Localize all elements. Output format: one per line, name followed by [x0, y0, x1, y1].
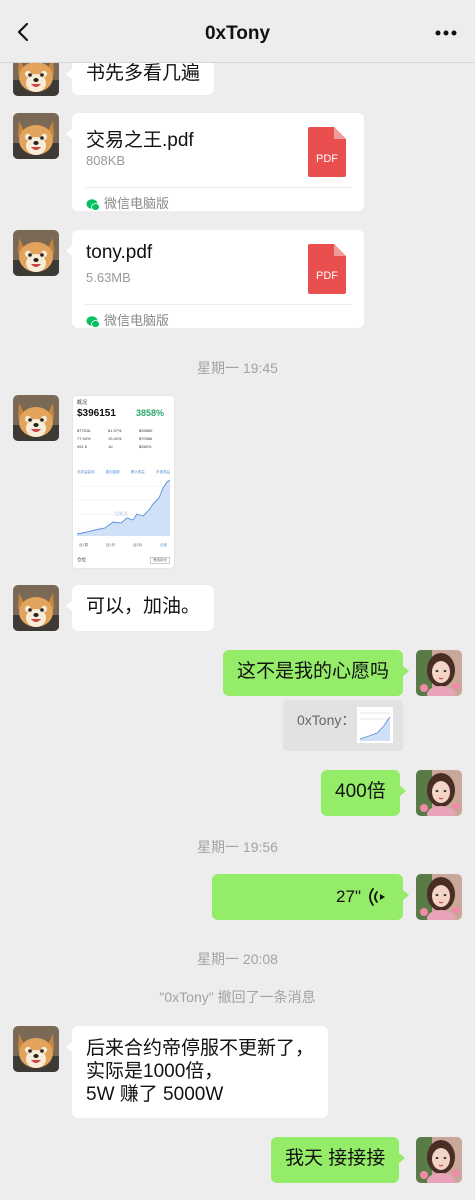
file-divider [84, 187, 352, 188]
tab-label: 累计收益 [130, 470, 145, 474]
stat-value: 1d [108, 444, 113, 449]
message-text: 书先多看几遍 [86, 63, 201, 84]
stat-value: 19.42% [108, 436, 122, 441]
screenshot-tabs: 总收益曲线 盈利金额 累计收益 市值收益 [77, 470, 170, 475]
screenshot-position: 仓位 [77, 557, 86, 562]
self-avatar[interactable] [416, 1137, 462, 1183]
contact-avatar[interactable] [13, 113, 59, 159]
quoted-message[interactable]: 0xTony： [283, 700, 403, 751]
contact-avatar[interactable] [13, 230, 59, 276]
self-avatar[interactable] [416, 874, 462, 920]
screenshot-pct: 3858% [136, 408, 165, 418]
quoted-thumbnail [357, 707, 393, 743]
chat-header: 0xTony [0, 0, 475, 63]
screenshot-section: 概况 [77, 400, 88, 406]
file-message-card[interactable]: 交易之王.pdf 808KB PDF 微信电脑版 [66, 113, 364, 212]
image-message[interactable]: 概况 $396151 3858% $77016 61.97% $39560 77… [72, 395, 175, 569]
tab-label: 市值收益 [155, 470, 170, 474]
message-bubble[interactable]: 后来合约帝停服不更新了， 实际是1000倍， 5W 赚了 5000W [66, 1026, 328, 1118]
message-text: 我天 接接接 [285, 1148, 386, 1169]
stat-value: 61.97% [108, 428, 122, 433]
pdf-icon: PDF [308, 127, 346, 177]
stat-value: 491.5 [77, 444, 88, 449]
file-divider [84, 304, 352, 305]
voice-wave-icon [369, 888, 385, 906]
recall-notice: "0xTony" 撤回了一条消息 [159, 989, 316, 1005]
contact-avatar[interactable] [13, 585, 59, 631]
chart-watermark: OKX [115, 512, 128, 518]
period-label: 近1月 [106, 543, 115, 547]
stat-value: 77.94% [77, 436, 91, 441]
period-label: 近1周 [79, 543, 88, 547]
message-text: 可以，加油。 [86, 596, 201, 617]
timestamp: 星期一 19:56 [197, 839, 278, 855]
pdf-type-label: PDF [316, 153, 338, 165]
stat-value: $70966 [139, 436, 153, 441]
stat-value: $77016 [77, 428, 91, 433]
message-line: 5W 赚了 5000W [86, 1084, 224, 1105]
file-size: 808KB [86, 153, 126, 168]
pdf-icon: PDF [308, 244, 346, 294]
tab-label: 总收益曲线 [77, 470, 95, 474]
message-line: 实际是1000倍， [86, 1061, 224, 1082]
file-source: 微信电脑版 [86, 193, 169, 212]
contact-avatar[interactable] [13, 395, 59, 441]
message-text: 这不是我的心愿吗 [237, 661, 390, 682]
file-message-card[interactable]: tony.pdf 5.63MB PDF 微信电脑版 [66, 230, 364, 329]
more-dots-icon[interactable] [435, 30, 457, 36]
period-label: 近3月 [133, 543, 142, 547]
message-line: 后来合约帝停服不更新了， [86, 1038, 315, 1059]
stat-value: $260% [139, 444, 152, 449]
message-bubble[interactable]: 这不是我的心愿吗 [223, 650, 409, 696]
wechat-pc-icon [86, 315, 100, 328]
wechat-pc-icon [86, 198, 100, 211]
message-bubble[interactable]: 我天 接接接 [271, 1137, 406, 1183]
period-label: 全部 [160, 543, 167, 547]
screenshot-stats: $77016 61.97% $39560 77.94% 19.42% $7096… [77, 428, 170, 449]
screenshot-periods: 近1周 近1月 近3月 全部 [79, 543, 167, 548]
file-source-label: 微信电脑版 [104, 196, 170, 211]
contact-avatar[interactable] [13, 1026, 59, 1072]
voice-message[interactable]: 27" [212, 874, 409, 920]
message-bubble[interactable]: 可以，加油。 [65, 585, 215, 631]
self-avatar[interactable] [416, 770, 462, 816]
screenshot-chart: OKX [75, 479, 172, 536]
screenshot-total: $396151 [77, 408, 116, 419]
timestamp: 星期一 20:08 [197, 951, 278, 967]
message-bubble[interactable]: 400倍 [321, 770, 406, 816]
message-text: 400倍 [335, 781, 386, 802]
timestamp: 星期一 19:45 [197, 360, 278, 376]
file-source-label: 微信电脑版 [104, 313, 170, 328]
pdf-type-label: PDF [316, 270, 338, 282]
file-name: 交易之王.pdf [86, 130, 194, 151]
quoted-sender: 0xTony： [297, 712, 356, 728]
self-avatar[interactable] [416, 650, 462, 696]
stat-value: $39560 [139, 428, 153, 433]
chat-title: 0xTony [204, 23, 271, 44]
file-size: 5.63MB [86, 270, 131, 285]
tab-label: 盈利金额 [105, 470, 120, 474]
voice-duration: 27" [336, 887, 361, 906]
file-source: 微信电脑版 [86, 310, 169, 329]
file-name: tony.pdf [86, 242, 153, 263]
screenshot-filter: 筛选持仓 [150, 557, 170, 564]
